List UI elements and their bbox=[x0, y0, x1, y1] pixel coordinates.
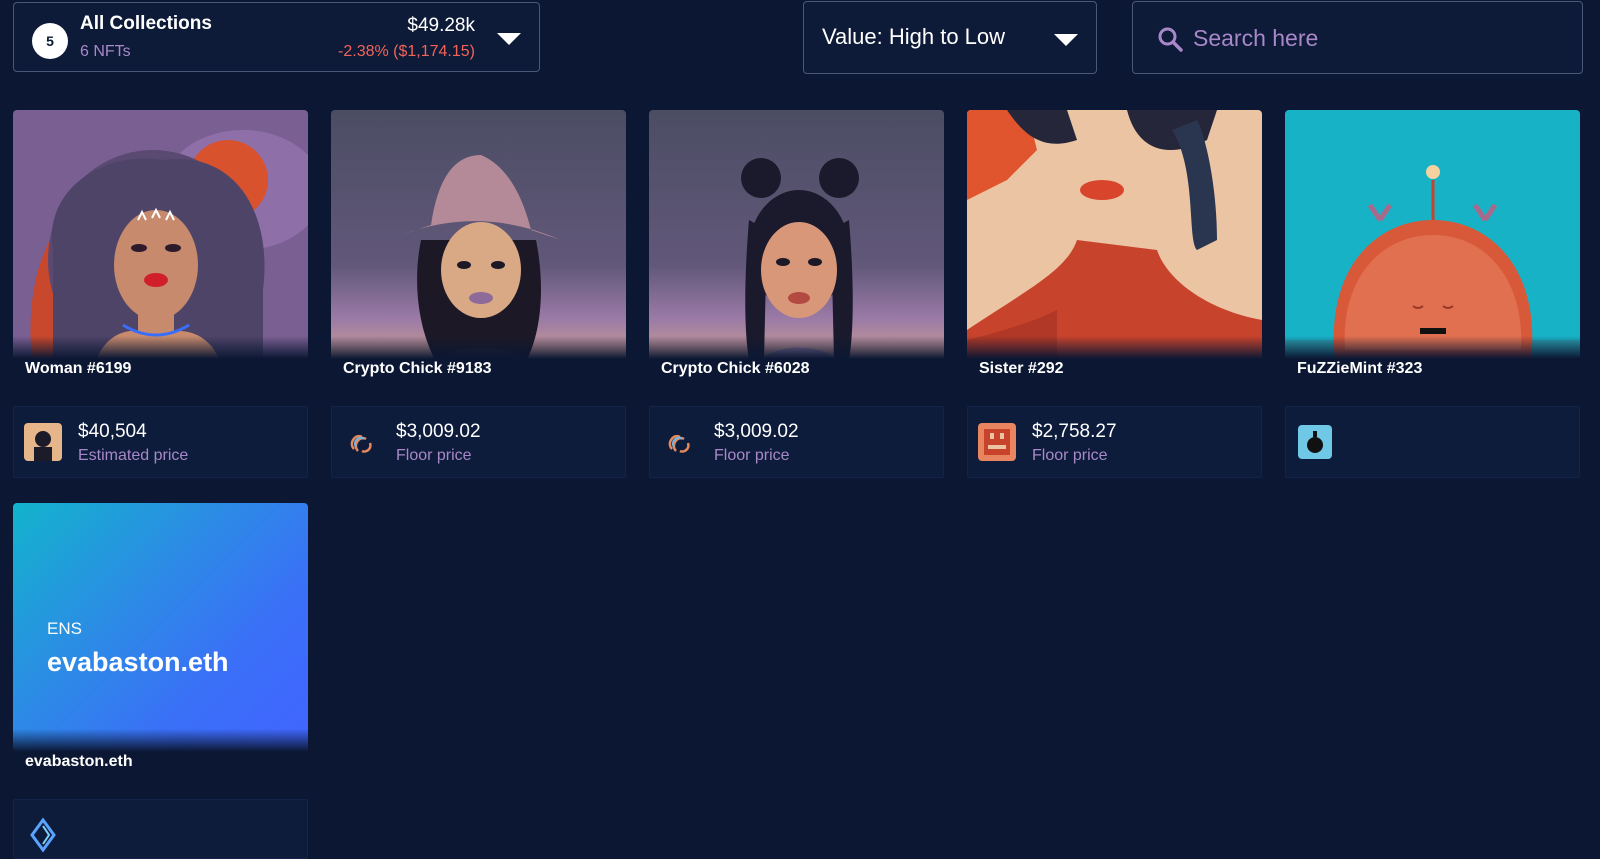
nft-price-label: Floor price bbox=[714, 447, 790, 464]
nft-price: $3,009.02 bbox=[396, 421, 481, 442]
search-icon bbox=[1158, 27, 1183, 52]
nft-name: Crypto Chick #6028 bbox=[661, 360, 810, 377]
fuzzie-creature-image bbox=[1285, 110, 1580, 370]
collections-dropdown[interactable]: 5 All Collections 6 NFTs $49.28k -2.38% … bbox=[13, 2, 540, 72]
nft-price: $40,504 bbox=[78, 421, 147, 442]
nft-card[interactable]: Sister #292 $2,758.27 Floor price bbox=[967, 110, 1262, 480]
ens-domain-name: evabaston.eth bbox=[47, 647, 229, 677]
nft-name: Sister #292 bbox=[979, 360, 1064, 377]
collection-logo-icon bbox=[342, 423, 380, 461]
nft-image-crypto-chick-9183[interactable] bbox=[331, 110, 626, 370]
nft-price-panel: $40,504 Estimated price bbox=[13, 406, 308, 478]
nft-card[interactable]: Crypto Chick #6028 $3,009.02 Floor price bbox=[649, 110, 944, 480]
collection-logo-icon bbox=[978, 423, 1016, 461]
collections-value-change: -2.38% ($1,174.15) bbox=[338, 43, 475, 60]
nft-price-panel: $2,758.27 Floor price bbox=[967, 406, 1262, 478]
collection-logo-icon bbox=[660, 423, 698, 461]
sister-portrait-image bbox=[967, 110, 1262, 370]
nft-name: Crypto Chick #9183 bbox=[343, 360, 492, 377]
nft-image-sister[interactable] bbox=[967, 110, 1262, 370]
nft-price-label: Estimated price bbox=[78, 447, 189, 464]
chevron-down-icon[interactable] bbox=[497, 33, 521, 45]
nft-price-panel: $3,009.02 Floor price bbox=[649, 406, 944, 478]
nft-image-ens[interactable]: ENS evabaston.eth bbox=[13, 503, 308, 763]
nft-card[interactable]: Woman #6199 $40,504 Estimated price bbox=[13, 110, 308, 480]
nft-grid: Woman #6199 $40,504 Estimated price Cryp… bbox=[13, 110, 1593, 859]
search-box[interactable] bbox=[1132, 1, 1583, 74]
sort-selected-value: Value: High to Low bbox=[822, 24, 1006, 49]
ens-label: ENS bbox=[47, 619, 82, 638]
nft-card[interactable]: ENS evabaston.eth evabaston.eth bbox=[13, 503, 308, 859]
nft-name: Woman #6199 bbox=[25, 360, 132, 377]
collections-count-badge: 5 bbox=[32, 23, 68, 59]
chevron-down-icon[interactable] bbox=[1054, 34, 1078, 46]
collection-logo-icon bbox=[24, 423, 62, 461]
ens-domain-image: ENS evabaston.eth bbox=[13, 503, 308, 763]
nft-price: $3,009.02 bbox=[714, 421, 799, 442]
nft-price-label: Floor price bbox=[396, 447, 472, 464]
collections-total-value: $49.28k bbox=[407, 15, 475, 36]
search-input[interactable] bbox=[1193, 16, 1563, 60]
top-toolbar: 5 All Collections 6 NFTs $49.28k -2.38% … bbox=[0, 0, 1600, 80]
woman-portrait-image bbox=[13, 110, 308, 370]
nft-image-fuzziemint[interactable] bbox=[1285, 110, 1580, 370]
crypto-chick-portrait-image bbox=[331, 110, 626, 370]
nft-price-panel: $3,009.02 Floor price bbox=[331, 406, 626, 478]
nft-name: evabaston.eth bbox=[25, 753, 133, 770]
nft-card[interactable]: Crypto Chick #9183 $3,009.02 Floor price bbox=[331, 110, 626, 480]
nft-image-crypto-chick-6028[interactable] bbox=[649, 110, 944, 370]
nft-price-label: Floor price bbox=[1032, 447, 1108, 464]
crypto-chick-portrait-image bbox=[649, 110, 944, 370]
nft-card[interactable]: FuZZieMint #323 bbox=[1285, 110, 1580, 480]
nft-image-woman[interactable] bbox=[13, 110, 308, 370]
collections-title: All Collections bbox=[80, 13, 212, 34]
nft-name: FuZZieMint #323 bbox=[1297, 360, 1423, 377]
collections-nft-count: 6 NFTs bbox=[80, 43, 131, 60]
nft-price: $2,758.27 bbox=[1032, 421, 1117, 442]
nft-price-panel bbox=[1285, 406, 1580, 478]
nft-price-panel bbox=[13, 799, 308, 859]
collection-logo-icon bbox=[1296, 423, 1334, 461]
sort-dropdown[interactable]: Value: High to Low bbox=[803, 1, 1097, 74]
ens-logo-icon bbox=[24, 816, 62, 854]
